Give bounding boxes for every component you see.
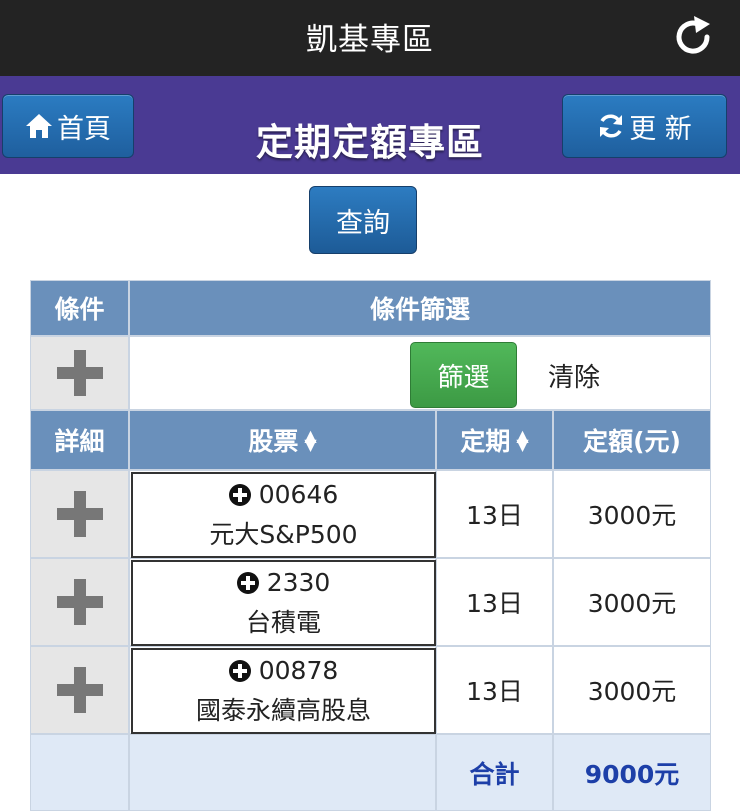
stock-code: 2330 xyxy=(266,568,331,597)
app-title: 凱基專區 xyxy=(306,22,434,58)
sort-icon: ▲ ▼ xyxy=(304,426,317,454)
amount-cell: 3000元 xyxy=(553,646,711,734)
stock-name: 台積電 xyxy=(245,608,321,637)
stock-entry[interactable]: 2330 台積電 xyxy=(131,560,436,646)
sort-icon: ▲ ▼ xyxy=(516,426,529,454)
total-label: 合計 xyxy=(436,734,553,811)
stock-name: 國泰永續高股息 xyxy=(195,696,371,725)
plus-icon xyxy=(56,667,103,713)
query-button[interactable]: 查詢 xyxy=(309,186,417,254)
page-header: 首頁 定期定額專區 更 新 xyxy=(0,76,740,174)
condition-expand-button[interactable] xyxy=(30,336,129,410)
plus-icon xyxy=(56,491,103,537)
stock-code: 00878 xyxy=(258,656,339,685)
stock-name: 元大S&P500 xyxy=(209,520,358,549)
filter-controls: 篩選 清除 xyxy=(129,336,711,410)
period-header-label: 定期 xyxy=(460,427,511,456)
app-bar: 凱基專區 xyxy=(0,0,740,76)
row-expand-button[interactable] xyxy=(30,646,129,734)
stock-code-line: 00646 xyxy=(228,475,339,515)
period-cell: 13日 xyxy=(436,646,553,734)
stock-entry[interactable]: 00878 國泰永續高股息 xyxy=(131,648,436,734)
refresh-button-label: 更 新 xyxy=(629,113,692,145)
amount-cell: 3000元 xyxy=(553,558,711,646)
row-expand-button[interactable] xyxy=(30,558,129,646)
plus-icon xyxy=(56,579,103,625)
filter-button[interactable]: 篩選 xyxy=(410,342,517,408)
total-empty-cell xyxy=(129,734,436,811)
total-empty-cell xyxy=(30,734,129,811)
refresh-button[interactable]: 更 新 xyxy=(562,94,727,158)
reload-icon[interactable] xyxy=(670,14,716,60)
plus-circle-icon xyxy=(236,572,259,594)
plus-icon xyxy=(56,350,103,396)
stock-code-line: 2330 xyxy=(236,563,331,603)
total-value: 9000元 xyxy=(553,734,711,811)
condition-filter-header: 條件篩選 xyxy=(129,280,711,336)
plus-circle-icon xyxy=(228,660,251,682)
period-cell: 13日 xyxy=(436,470,553,558)
amount-cell: 3000元 xyxy=(553,470,711,558)
refresh-icon xyxy=(600,114,623,138)
amount-header: 定額(元) xyxy=(553,410,711,470)
stock-entry[interactable]: 00646 元大S&P500 xyxy=(131,472,436,558)
clear-button[interactable]: 清除 xyxy=(548,357,600,394)
stock-code: 00646 xyxy=(258,480,339,509)
period-header[interactable]: 定期 ▲ ▼ xyxy=(436,410,553,470)
row-expand-button[interactable] xyxy=(30,470,129,558)
period-cell: 13日 xyxy=(436,558,553,646)
stock-header-label: 股票 xyxy=(248,427,299,456)
stock-header[interactable]: 股票 ▲ ▼ xyxy=(129,410,436,470)
plus-circle-icon xyxy=(228,484,251,506)
stock-code-line: 00878 xyxy=(228,651,339,691)
condition-header: 條件 xyxy=(30,280,129,336)
detail-header: 詳細 xyxy=(30,410,129,470)
